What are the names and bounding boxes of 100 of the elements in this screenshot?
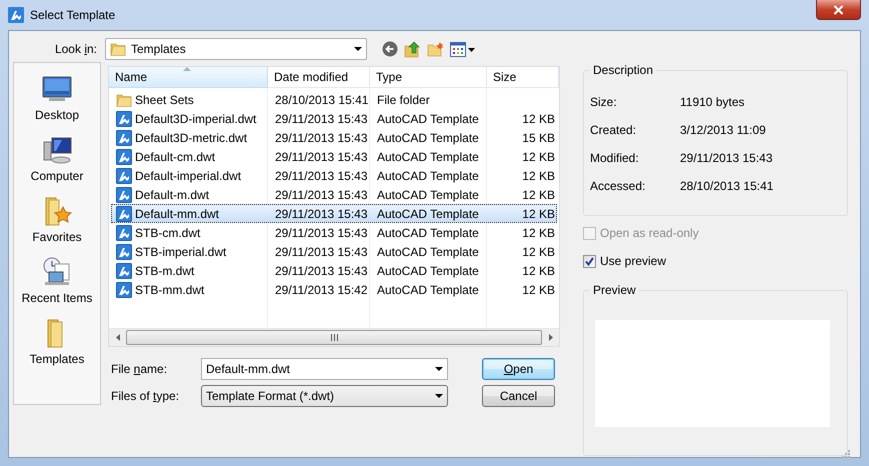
file-row[interactable]: Default3D-imperial.dwt 29/11/2013 15:43 AutoCAD Template 12 KB (111, 109, 557, 128)
file-name: Default-imperial.dwt (135, 168, 242, 182)
resize-grip-icon[interactable] (840, 448, 850, 458)
drawing-file-icon (116, 244, 132, 260)
date-cell-text: 29/11/2013 15:43 (274, 168, 369, 182)
group-title: Description (590, 63, 656, 77)
date-cell-text: 29/11/2013 15:43 (274, 150, 369, 164)
file-name-field[interactable]: Default-mm.dwt (201, 358, 448, 380)
field-label: Modified: (590, 151, 640, 167)
type-cell-text: AutoCAD Template (376, 226, 480, 240)
file-row[interactable]: Default-cm.dwt 29/11/2013 15:43 AutoCAD Template 12 KB (111, 147, 557, 166)
folder-up-arrow-icon (404, 40, 421, 58)
date-cell-text: 29/11/2013 15:43 (274, 188, 369, 202)
new-folder-icon (427, 41, 444, 57)
date-cell-text: 29/11/2013 15:43 (274, 226, 369, 240)
file-type-dropdown[interactable]: Template Format (*.dwt) (201, 385, 448, 407)
size-cell-text: 12 KB (521, 112, 556, 126)
check-icon (585, 256, 594, 266)
caret-icon (354, 47, 362, 51)
group-title: Preview (590, 283, 639, 297)
field-label: Size: (590, 95, 618, 111)
type-cell-text: AutoCAD Template (376, 130, 480, 144)
file-row[interactable]: STB-mm.dwt 29/11/2013 15:42 AutoCAD Template 12 KB (111, 280, 557, 299)
size-cell-text: 12 KB (521, 206, 556, 220)
file-row[interactable]: Default-mm.dwt 29/11/2013 15:43 AutoCAD Template 12 KB (111, 204, 557, 223)
drawing-file-icon (116, 186, 132, 202)
column-header[interactable]: Type (370, 67, 487, 88)
file-name: Default-m.dwt (135, 188, 210, 202)
date-cell-text: 29/11/2013 15:43 (274, 112, 369, 126)
drawing-file-icon (116, 110, 132, 126)
size-cell-text: 12 KB (521, 168, 556, 182)
view-menu-button[interactable] (449, 40, 477, 58)
drawing-file-icon (116, 262, 132, 278)
date-cell-text: 29/11/2013 15:43 (274, 244, 369, 258)
file-name: STB-cm.dwt (135, 226, 200, 240)
file-row[interactable]: Default3D-metric.dwt 29/11/2013 15:43 AutoCAD Template 15 KB (111, 128, 557, 147)
type-cell-text: AutoCAD Template (376, 282, 480, 296)
file-row[interactable]: STB-m.dwt 29/11/2013 15:43 AutoCAD Template 12 KB (111, 261, 557, 280)
places-item[interactable]: Templates (30, 317, 84, 366)
size-cell-text: 12 KB (521, 282, 556, 296)
field-label: Accessed: (590, 179, 646, 195)
places-item[interactable]: Desktop (34, 73, 80, 122)
app-logo-icon (8, 7, 24, 23)
file-row[interactable]: Default-imperial.dwt 29/11/2013 15:43 AutoCAD Template 12 KB (111, 166, 557, 185)
field-value: 29/11/2013 15:43 (680, 151, 774, 167)
close-icon (833, 4, 844, 14)
size-cell-text: 12 KB (521, 264, 556, 278)
column-header[interactable]: Date modified (268, 67, 370, 88)
file-name: STB-m.dwt (135, 264, 194, 278)
field-value: 11910 bytes (680, 95, 746, 111)
type-cell-text: AutoCAD Template (376, 168, 480, 182)
date-cell-text: 29/11/2013 15:43 (274, 130, 369, 144)
look-in-dropdown[interactable]: Templates (105, 38, 367, 60)
file-name: Default-mm.dwt (135, 206, 220, 220)
view-grid-icon (450, 42, 476, 56)
date-cell-text: 29/11/2013 15:43 (274, 206, 369, 220)
places-item[interactable]: Computer (30, 134, 84, 183)
folder-icon (116, 92, 132, 108)
places-item[interactable]: Favorites (32, 195, 82, 244)
date-cell-text: 29/11/2013 15:43 (274, 264, 369, 278)
file-row[interactable]: STB-cm.dwt 29/11/2013 15:43 AutoCAD Template 12 KB (111, 223, 557, 242)
dialog-button[interactable]: Open (482, 358, 555, 380)
drawing-file-icon (116, 282, 132, 298)
close-button[interactable] (816, 0, 861, 20)
date-cell-text: 29/11/2013 15:42 (274, 282, 369, 296)
type-cell-text: AutoCAD Template (376, 188, 480, 202)
drawing-file-icon (116, 168, 132, 184)
checkbox-label[interactable]: Use preview (600, 254, 666, 268)
type-cell-text: AutoCAD Template (376, 264, 480, 278)
file-name-label: File name: (110, 362, 168, 376)
back-button[interactable] (381, 40, 399, 58)
column-header[interactable]: Name (109, 67, 268, 88)
places-item[interactable]: Recent Items (22, 256, 92, 305)
grip-icon (330, 334, 338, 341)
file-name: Default3D-metric.dwt (135, 130, 248, 144)
drawing-file-icon (116, 224, 132, 240)
column-header[interactable]: Size (487, 67, 559, 88)
file-name: Default3D-imperial.dwt (135, 112, 256, 126)
window-title: Select Template (30, 8, 116, 22)
field-value: 3/12/2013 11:09 (680, 123, 767, 139)
file-row[interactable]: Default-m.dwt 29/11/2013 15:43 AutoCAD Template 12 KB (111, 185, 557, 204)
file-row[interactable]: Sheet Sets 28/10/2013 15:41 File folder (111, 90, 557, 109)
caret-icon (435, 367, 443, 371)
drawing-file-icon (116, 148, 132, 164)
file-name: STB-imperial.dwt (135, 244, 226, 258)
right-arrow-icon (548, 334, 552, 341)
new-folder-button[interactable] (426, 40, 445, 58)
type-cell-text: AutoCAD Template (376, 206, 480, 220)
drawing-file-icon (116, 206, 132, 222)
folder-icon (110, 41, 126, 57)
up-folder-button[interactable] (403, 40, 422, 58)
checkbox[interactable] (583, 254, 596, 268)
type-cell-text: AutoCAD Template (376, 112, 480, 126)
type-cell-text: AutoCAD Template (376, 150, 480, 164)
dialog-button[interactable]: Cancel (482, 385, 555, 407)
date-cell-text: 28/10/2013 15:41 (274, 92, 370, 106)
size-cell-text: 12 KB (521, 188, 556, 202)
type-cell-text: AutoCAD Template (376, 244, 480, 258)
drawing-file-icon (116, 130, 132, 146)
file-row[interactable]: STB-imperial.dwt 29/11/2013 15:43 AutoCAD Template 12 KB (111, 242, 557, 261)
